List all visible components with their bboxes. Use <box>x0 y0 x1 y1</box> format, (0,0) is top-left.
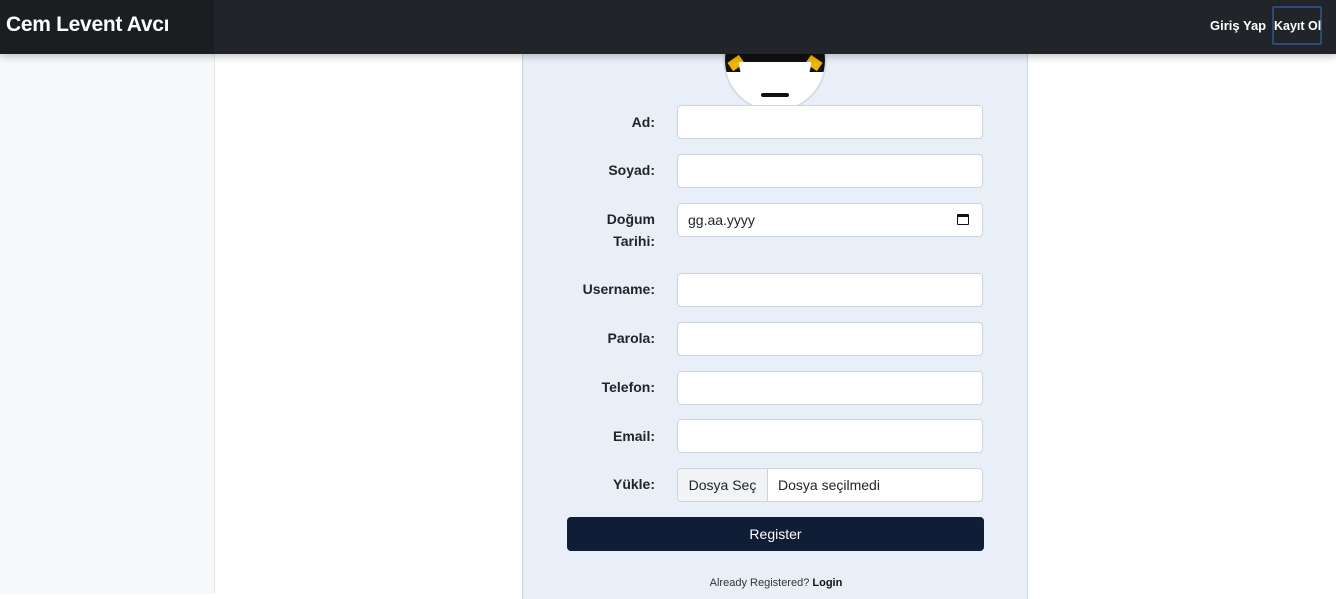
avatar-chin <box>761 93 789 97</box>
already-registered-text: Already Registered? Login <box>523 577 1028 589</box>
email-label: Email: <box>612 428 655 444</box>
last-name-input[interactable] <box>677 154 983 188</box>
register-button[interactable]: Register <box>567 517 984 551</box>
phone-label: Telefon: <box>601 379 655 395</box>
username-input[interactable] <box>677 273 983 307</box>
file-input[interactable]: Dosya Seç Dosya seçilmedi <box>677 468 983 502</box>
birth-date-label-line1: Doğum <box>606 211 655 227</box>
right-panel <box>1027 54 1336 594</box>
phone-input[interactable] <box>677 371 983 405</box>
nav-register-link[interactable]: Kayıt Ol <box>1272 6 1322 45</box>
birth-date-input[interactable]: gg.aa.yyyy <box>677 203 983 237</box>
password-input[interactable] <box>677 322 983 356</box>
choose-file-button[interactable]: Dosya Seç <box>678 469 768 501</box>
brand-container: Cem Levent Avcı <box>0 0 214 54</box>
last-name-label: Soyad: <box>608 162 655 178</box>
password-label: Parola: <box>607 330 655 346</box>
avatar-face <box>739 62 811 96</box>
calendar-icon[interactable] <box>957 214 969 225</box>
login-link[interactable]: Login <box>812 577 842 589</box>
brand-title[interactable]: Cem Levent Avcı <box>6 13 169 37</box>
already-registered-prefix: Already Registered? <box>709 577 810 589</box>
nav-login-link[interactable]: Giriş Yap <box>1210 18 1266 33</box>
birth-date-label-line2: Tarihi: <box>613 233 655 249</box>
first-name-input[interactable] <box>677 105 983 139</box>
first-name-label: Ad: <box>631 114 655 130</box>
username-label: Username: <box>582 281 655 297</box>
file-status-text: Dosya seçilmedi <box>778 477 880 493</box>
birth-date-placeholder: gg.aa.yyyy <box>688 212 755 228</box>
email-input[interactable] <box>677 419 983 453</box>
top-navbar: Cem Levent Avcı Giriş Yap Kayıt Ol <box>0 0 1336 54</box>
upload-label: Yükle: <box>612 476 655 492</box>
register-card: Ad: Soyad: Doğum Tarihi: gg.aa.yyyy User… <box>522 8 1028 599</box>
left-sidebar <box>0 54 215 594</box>
